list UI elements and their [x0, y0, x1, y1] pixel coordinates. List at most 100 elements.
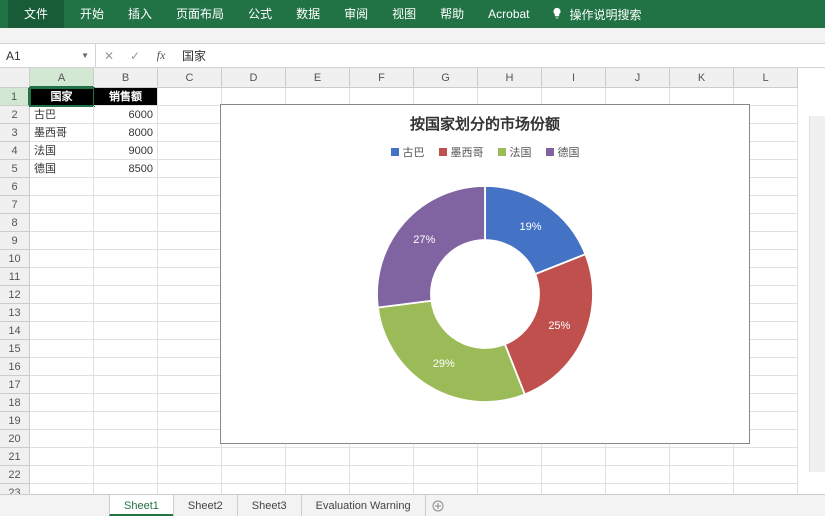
cell-K22[interactable]: [670, 466, 734, 484]
cell-A9[interactable]: [30, 232, 94, 250]
cell-B7[interactable]: [94, 196, 158, 214]
cell-A22[interactable]: [30, 466, 94, 484]
file-tab[interactable]: 文件: [8, 0, 64, 28]
cancel-icon[interactable]: ✕: [96, 49, 122, 63]
row-header-22[interactable]: 22: [0, 466, 30, 484]
cell-A7[interactable]: [30, 196, 94, 214]
vertical-scrollbar[interactable]: [809, 116, 825, 472]
select-all-corner[interactable]: [0, 68, 30, 88]
row-header-20[interactable]: 20: [0, 430, 30, 448]
row-header-6[interactable]: 6: [0, 178, 30, 196]
cell-B4[interactable]: 9000: [94, 142, 158, 160]
row-header-15[interactable]: 15: [0, 340, 30, 358]
cell-C11[interactable]: [158, 268, 222, 286]
cell-B1[interactable]: 销售额: [94, 88, 158, 106]
cell-C21[interactable]: [158, 448, 222, 466]
cell-B23[interactable]: [94, 484, 158, 494]
cell-A13[interactable]: [30, 304, 94, 322]
cell-B12[interactable]: [94, 286, 158, 304]
cell-B2[interactable]: 6000: [94, 106, 158, 124]
cell-A5[interactable]: 德国: [30, 160, 94, 178]
enter-icon[interactable]: ✓: [122, 49, 148, 63]
cell-A19[interactable]: [30, 412, 94, 430]
col-header-J[interactable]: J: [606, 68, 670, 88]
cell-B13[interactable]: [94, 304, 158, 322]
col-header-G[interactable]: G: [414, 68, 478, 88]
cell-C17[interactable]: [158, 376, 222, 394]
fx-icon[interactable]: fx: [148, 48, 174, 63]
cell-A1[interactable]: 国家: [30, 88, 94, 106]
cell-C3[interactable]: [158, 124, 222, 142]
ribbon-tab-data[interactable]: 数据: [284, 0, 332, 28]
cell-G23[interactable]: [414, 484, 478, 494]
name-box[interactable]: A1 ▼: [0, 44, 96, 67]
chart[interactable]: 按国家划分的市场份额 古巴墨西哥法国德国 19%25%29%27%: [220, 104, 750, 444]
cell-C23[interactable]: [158, 484, 222, 494]
row-header-3[interactable]: 3: [0, 124, 30, 142]
cell-C9[interactable]: [158, 232, 222, 250]
cell-K23[interactable]: [670, 484, 734, 494]
cell-A17[interactable]: [30, 376, 94, 394]
ribbon-tab-home[interactable]: 开始: [68, 0, 116, 28]
col-header-E[interactable]: E: [286, 68, 350, 88]
cell-L21[interactable]: [734, 448, 798, 466]
ribbon-tab-review[interactable]: 审阅: [332, 0, 380, 28]
row-header-14[interactable]: 14: [0, 322, 30, 340]
cell-B6[interactable]: [94, 178, 158, 196]
row-header-1[interactable]: 1: [0, 88, 30, 106]
cell-G22[interactable]: [414, 466, 478, 484]
cell-C8[interactable]: [158, 214, 222, 232]
row-header-7[interactable]: 7: [0, 196, 30, 214]
cell-I22[interactable]: [542, 466, 606, 484]
ribbon-tab-acrobat[interactable]: Acrobat: [476, 0, 541, 28]
col-header-K[interactable]: K: [670, 68, 734, 88]
cell-J21[interactable]: [606, 448, 670, 466]
cell-E21[interactable]: [286, 448, 350, 466]
cell-A12[interactable]: [30, 286, 94, 304]
cell-C6[interactable]: [158, 178, 222, 196]
cell-C7[interactable]: [158, 196, 222, 214]
cell-H23[interactable]: [478, 484, 542, 494]
cell-A2[interactable]: 古巴: [30, 106, 94, 124]
row-header-13[interactable]: 13: [0, 304, 30, 322]
cell-K21[interactable]: [670, 448, 734, 466]
cell-C20[interactable]: [158, 430, 222, 448]
cell-C15[interactable]: [158, 340, 222, 358]
row-header-10[interactable]: 10: [0, 250, 30, 268]
cell-A18[interactable]: [30, 394, 94, 412]
cell-B9[interactable]: [94, 232, 158, 250]
col-header-F[interactable]: F: [350, 68, 414, 88]
cell-L22[interactable]: [734, 466, 798, 484]
cell-B22[interactable]: [94, 466, 158, 484]
cell-F23[interactable]: [350, 484, 414, 494]
cell-C14[interactable]: [158, 322, 222, 340]
col-header-B[interactable]: B: [94, 68, 158, 88]
sheet-tab[interactable]: Sheet1: [109, 495, 174, 516]
cell-B18[interactable]: [94, 394, 158, 412]
add-sheet-button[interactable]: [426, 495, 450, 516]
cell-C22[interactable]: [158, 466, 222, 484]
row-header-19[interactable]: 19: [0, 412, 30, 430]
cell-A21[interactable]: [30, 448, 94, 466]
cell-C19[interactable]: [158, 412, 222, 430]
cell-B14[interactable]: [94, 322, 158, 340]
row-header-23[interactable]: 23: [0, 484, 30, 494]
cell-H21[interactable]: [478, 448, 542, 466]
row-header-2[interactable]: 2: [0, 106, 30, 124]
ribbon-tab-insert[interactable]: 插入: [116, 0, 164, 28]
cell-A20[interactable]: [30, 430, 94, 448]
cell-I21[interactable]: [542, 448, 606, 466]
cell-C5[interactable]: [158, 160, 222, 178]
col-header-H[interactable]: H: [478, 68, 542, 88]
cell-A6[interactable]: [30, 178, 94, 196]
row-header-17[interactable]: 17: [0, 376, 30, 394]
row-header-16[interactable]: 16: [0, 358, 30, 376]
cell-D21[interactable]: [222, 448, 286, 466]
ribbon-tab-view[interactable]: 视图: [380, 0, 428, 28]
cell-A4[interactable]: 法国: [30, 142, 94, 160]
cell-B5[interactable]: 8500: [94, 160, 158, 178]
row-header-4[interactable]: 4: [0, 142, 30, 160]
chevron-down-icon[interactable]: ▼: [81, 51, 89, 60]
cell-A3[interactable]: 墨西哥: [30, 124, 94, 142]
cell-A10[interactable]: [30, 250, 94, 268]
